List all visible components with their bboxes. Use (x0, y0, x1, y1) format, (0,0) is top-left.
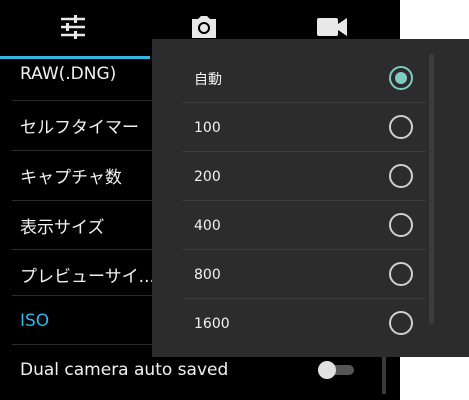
sliders-icon (59, 14, 87, 44)
settings-scrollbar[interactable] (382, 352, 386, 394)
radio-selected-icon[interactable] (389, 66, 413, 90)
radio-dot (395, 72, 407, 84)
settings-item-label: キャプチャ数 (20, 168, 122, 188)
toggle-thumb (318, 361, 336, 379)
settings-item-label: プレビューサイ... (20, 267, 155, 287)
radio-icon[interactable] (389, 213, 413, 237)
settings-item-label: ISO (20, 310, 50, 331)
iso-option-label: 800 (194, 266, 221, 283)
iso-dialog: 自動 100 200 400 800 1600 (152, 39, 469, 357)
radio-icon[interactable] (389, 311, 413, 335)
iso-option-label: 400 (194, 217, 221, 234)
iso-option-800[interactable]: 800 (152, 250, 442, 299)
radio-icon[interactable] (389, 115, 413, 139)
iso-option-label: 100 (194, 119, 221, 136)
iso-option-label: 200 (194, 168, 221, 185)
settings-item-label: 表示サイズ (20, 218, 105, 238)
radio-icon[interactable] (389, 164, 413, 188)
iso-option-200[interactable]: 200 (152, 152, 442, 201)
settings-item-label: セルフタイマー (20, 118, 139, 138)
iso-option-400[interactable]: 400 (152, 201, 442, 250)
iso-option-label: 自動 (194, 71, 222, 88)
iso-option-1600[interactable]: 1600 (152, 299, 442, 348)
iso-option-auto[interactable]: 自動 (152, 54, 442, 103)
iso-option-label: 1600 (194, 315, 230, 332)
dual-camera-toggle[interactable] (318, 361, 358, 379)
radio-icon[interactable] (389, 262, 413, 286)
iso-option-100[interactable]: 100 (152, 103, 442, 152)
dialog-scrollbar[interactable] (429, 54, 434, 324)
tab-settings[interactable] (7, 0, 139, 58)
settings-item-label: RAW(.DNG) (20, 64, 117, 84)
